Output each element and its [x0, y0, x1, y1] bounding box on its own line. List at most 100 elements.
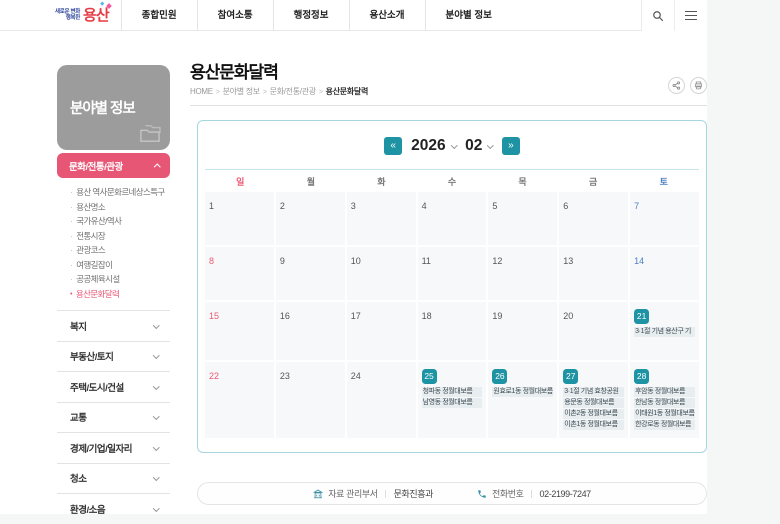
- year-select[interactable]: 2026: [411, 137, 456, 155]
- calendar-day-cell: 18: [418, 302, 487, 360]
- nav-item[interactable]: 용산소개: [349, 0, 425, 31]
- nav-item[interactable]: 행정정보: [273, 0, 349, 31]
- calendar-day-cell: 14: [630, 247, 699, 300]
- day-number: 3: [351, 201, 356, 212]
- nav-item[interactable]: 분야별 정보: [425, 0, 512, 31]
- search-button[interactable]: [641, 0, 674, 31]
- month-select[interactable]: 02: [465, 137, 493, 155]
- day-number: 15: [209, 311, 219, 322]
- day-number[interactable]: 28: [634, 369, 649, 384]
- day-events: 3·1절 기념 용산구 기: [634, 327, 695, 337]
- calendar-event[interactable]: 이태원1동 정월대보름: [634, 409, 695, 419]
- calendar-day-cell: 22: [205, 362, 274, 438]
- day-number: 13: [563, 256, 573, 267]
- day-number[interactable]: 26: [492, 369, 507, 384]
- day-number[interactable]: 27: [563, 369, 578, 384]
- calendar-event[interactable]: 한남동 정월대보름: [634, 398, 695, 408]
- title-divider: [190, 105, 707, 106]
- calendar-day-cell: 23: [276, 362, 345, 438]
- calendar-day-cell: 21 3·1절 기념 용산구 기: [630, 302, 699, 360]
- calendar-day-cell: 27 3·1절 기념 효창공원용문동 정월대보름이촌2동 정월대보름이촌1동 정월…: [559, 362, 628, 438]
- calendar-day-cell: 24: [347, 362, 416, 438]
- sidebar-section[interactable]: 청소: [57, 463, 170, 494]
- weekday-label: 일: [236, 175, 244, 188]
- weekday-label: 목: [518, 175, 526, 188]
- day-events: 청파동 정월대보름남영동 정월대보름: [422, 387, 483, 408]
- calendar-event[interactable]: 이촌2동 정월대보름: [563, 409, 624, 419]
- calendar-event[interactable]: 용문동 정월대보름: [563, 398, 624, 408]
- sidebar-accordion: 복지부동산/토지주택/도시/건설교통경제/기업/일자리청소환경/소음: [57, 310, 170, 524]
- sidebar-sub-item[interactable]: 용산 역사문화르네상스특구: [70, 185, 170, 200]
- calendar-event[interactable]: 후암동 정월대보름: [634, 387, 695, 397]
- nav-item[interactable]: 종합민원: [121, 0, 197, 31]
- calendar-event[interactable]: 이촌1동 정월대보름: [563, 420, 624, 430]
- sidebar-section-label: 교통: [70, 410, 86, 424]
- page-info-bar: 자료 관리부서 문화진흥과 전화번호 02-2199-7247: [197, 482, 707, 505]
- calendar-event[interactable]: 3·1절 기념 용산구 기: [634, 327, 695, 337]
- day-number[interactable]: 21: [634, 309, 649, 324]
- share-button[interactable]: [668, 77, 685, 94]
- managing-dept-group: 자료 관리부서 문화진흥과: [313, 487, 433, 500]
- calendar-day-cell: 10: [347, 247, 416, 300]
- sidebar-section-label: 경제/기업/일자리: [70, 441, 132, 455]
- sidebar-sub-item[interactable]: 용산문화달력: [70, 287, 170, 303]
- divider: [385, 490, 386, 498]
- weekday-label: 화: [377, 175, 385, 188]
- prev-month-button[interactable]: «: [384, 137, 402, 155]
- site-logo[interactable]: 새로운 변화행복한 용산: [55, 8, 109, 23]
- logo-sparkle-icon: [101, 1, 105, 5]
- calendar-event[interactable]: 3·1절 기념 효창공원: [563, 387, 624, 397]
- sidebar-sub-item[interactable]: 여행길잡이: [70, 258, 170, 273]
- sidebar-title-box: 분야별 정보: [57, 65, 170, 150]
- day-number: 2: [280, 201, 285, 212]
- weekday-label: 수: [448, 175, 456, 188]
- day-number: 17: [351, 311, 361, 322]
- sidebar-sub-item[interactable]: 관광코스: [70, 243, 170, 258]
- print-button[interactable]: [690, 77, 707, 94]
- sidebar-section[interactable]: 교통: [57, 402, 170, 433]
- logo-name: 용산: [83, 8, 109, 23]
- sidebar-section[interactable]: 환경/소음: [57, 493, 170, 524]
- day-number: 22: [209, 371, 219, 382]
- nav-item[interactable]: 참여소통: [197, 0, 273, 31]
- sidebar: 분야별 정보 문화/전통/관광 용산 역사문화르네상스특구용산명소국가유산/역사…: [57, 31, 170, 524]
- chevron-down-icon: [153, 474, 159, 480]
- next-month-button[interactable]: »: [502, 137, 520, 155]
- sidebar-sub-item[interactable]: 전통시장: [70, 229, 170, 244]
- calendar-day-cell: 7: [630, 192, 699, 245]
- calendar-event[interactable]: 한강로동 정월대보름: [634, 420, 695, 430]
- chevron-up-icon: [154, 164, 160, 170]
- page-container: 새로운 변화행복한 용산 종합민원참여소통행정정보용산소개분야별 정보 분야별 …: [0, 0, 707, 514]
- menu-button[interactable]: [674, 0, 707, 31]
- calendar-event[interactable]: 청파동 정월대보름: [422, 387, 483, 397]
- sidebar-sub-item[interactable]: 국가유산/역사: [70, 214, 170, 229]
- day-number[interactable]: 25: [422, 369, 437, 384]
- sidebar-section[interactable]: 부동산/토지: [57, 341, 170, 372]
- calendar-grid: 1234567891011121314151617181920213·1절 기념…: [205, 192, 699, 438]
- sidebar-section[interactable]: 주택/도시/건설: [57, 371, 170, 402]
- sidebar-section[interactable]: 경제/기업/일자리: [57, 432, 170, 463]
- chevron-down-icon: [153, 413, 159, 419]
- header-actions: [641, 0, 707, 30]
- day-number: 10: [351, 256, 361, 267]
- main-nav: 종합민원참여소통행정정보용산소개분야별 정보: [121, 0, 512, 30]
- weekday-label: 토: [660, 175, 668, 188]
- logo-tagline: 새로운 변화행복한: [55, 9, 80, 21]
- sidebar-item-label: 문화/전통/관광: [69, 159, 123, 173]
- chevron-down-icon: [153, 322, 159, 328]
- chevron-down-icon: [153, 505, 159, 511]
- sidebar-sub-item[interactable]: 용산명소: [70, 200, 170, 215]
- logo-sparkle-icon: [106, 3, 112, 9]
- sidebar-item-culture-tourism[interactable]: 문화/전통/관광: [57, 153, 170, 178]
- calendar-day-cell: 19: [488, 302, 557, 360]
- sidebar-section[interactable]: 복지: [57, 310, 170, 341]
- breadcrumb-item[interactable]: 문화/전통/관광: [270, 87, 316, 96]
- building-icon: [313, 489, 323, 499]
- breadcrumb-item[interactable]: 분야별 정보: [223, 87, 260, 96]
- sidebar-sub-item[interactable]: 공공체육시설: [70, 272, 170, 287]
- breadcrumb-item[interactable]: HOME: [190, 87, 213, 96]
- calendar-day-cell: 28 후암동 정월대보름한남동 정월대보름이태원1동 정월대보름한강로동 정월대보…: [630, 362, 699, 438]
- calendar-event[interactable]: 남영동 정월대보름: [422, 398, 483, 408]
- calendar-event[interactable]: 원효로1동 정월대보름: [492, 387, 553, 397]
- sidebar-section-label: 부동산/토지: [70, 349, 113, 363]
